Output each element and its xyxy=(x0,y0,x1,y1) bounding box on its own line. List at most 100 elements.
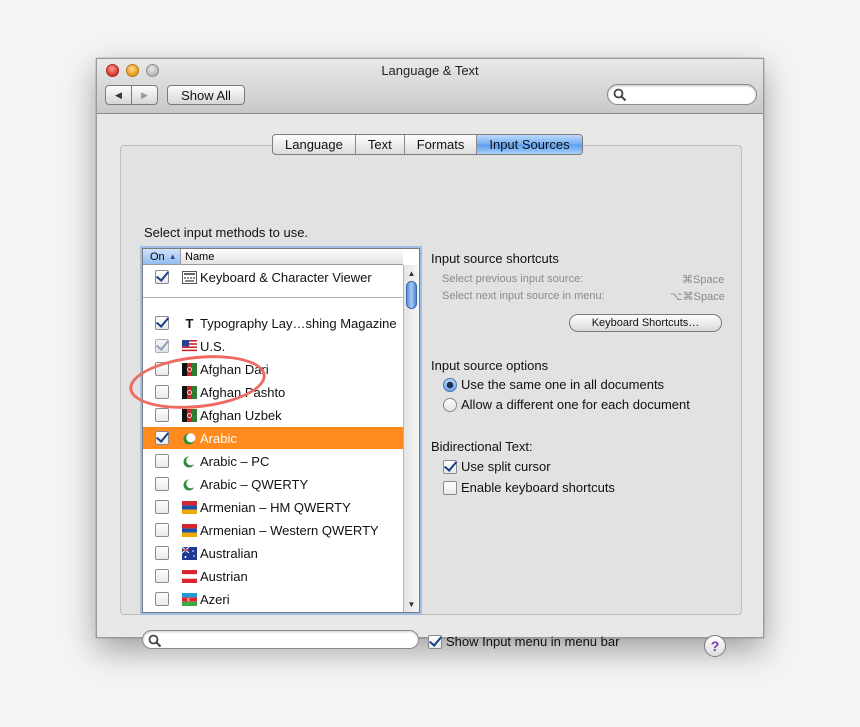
use-split-cursor-checkbox[interactable] xyxy=(443,460,457,474)
different-each-document-label[interactable]: Allow a different one for each document xyxy=(461,397,690,412)
prev-source-keys: ⌘Space xyxy=(682,274,725,286)
list-item[interactable]: Azeri xyxy=(143,588,403,610)
enable-input-source-checkbox[interactable] xyxy=(155,569,169,583)
australian-flag-icon xyxy=(182,546,197,560)
back-forward-group: ◀ ▶ xyxy=(105,85,158,105)
input-source-name: Arabic – PC xyxy=(200,453,270,469)
austrian-flag-icon xyxy=(182,569,197,583)
enable-input-source-checkbox[interactable] xyxy=(155,316,169,330)
tab-input-sources[interactable]: Input Sources xyxy=(476,135,582,154)
next-source-keys: ⌥⌘Space xyxy=(670,291,725,303)
arabic-crescent-icon xyxy=(182,455,197,468)
column-on-label: On xyxy=(150,250,165,263)
window-title: Language & Text xyxy=(381,63,479,78)
use-split-cursor-label[interactable]: Use split cursor xyxy=(461,459,551,474)
title-bar: Language & Text ◀ ▶ Show All xyxy=(97,59,763,114)
arabic-crescent-icon xyxy=(182,432,197,445)
input-source-search-field[interactable] xyxy=(142,630,419,649)
search-icon xyxy=(148,634,162,648)
input-source-name: Austrian xyxy=(200,568,248,584)
afghan-flag-icon xyxy=(182,362,197,376)
scrollbar-thumb[interactable] xyxy=(406,281,417,309)
input-source-name: Armenian – HM QWERTY xyxy=(200,499,351,515)
armenian-flag-icon xyxy=(182,500,197,514)
enable-input-source-checkbox[interactable] xyxy=(155,477,169,491)
enable-input-source-checkbox[interactable] xyxy=(155,454,169,468)
search-icon xyxy=(613,88,627,102)
list-item[interactable]: Arabic – QWERTY xyxy=(143,473,403,495)
list-item[interactable]: T Typography Lay…shing Magazine xyxy=(143,312,403,334)
list-item[interactable]: U.S. xyxy=(143,335,403,357)
input-source-name: Arabic xyxy=(200,430,237,446)
list-item[interactable]: Keyboard & Character Viewer xyxy=(143,266,403,288)
back-button[interactable]: ◀ xyxy=(106,86,131,104)
tab-text[interactable]: Text xyxy=(354,135,404,154)
list-item[interactable]: Armenian – Western QWERTY xyxy=(143,519,403,541)
preferences-search-field[interactable] xyxy=(607,84,757,105)
armenian-flag-icon xyxy=(182,523,197,537)
list-item[interactable]: Australian xyxy=(143,542,403,564)
pane-content: Language Text Formats Input Sources Sele… xyxy=(97,115,763,657)
enable-keyboard-shortcuts-label[interactable]: Enable keyboard shortcuts xyxy=(461,480,615,495)
list-item[interactable]: Afghan Uzbek xyxy=(143,404,403,426)
enable-input-source-checkbox[interactable] xyxy=(155,500,169,514)
list-item[interactable]: Armenian – HM QWERTY xyxy=(143,496,403,518)
select-input-methods-label: Select input methods to use. xyxy=(144,225,309,240)
shortcuts-heading: Input source shortcuts xyxy=(431,251,559,266)
enable-keyboard-shortcuts-checkbox[interactable] xyxy=(443,481,457,495)
list-header: On ▲ Name xyxy=(143,249,403,265)
afghan-flag-icon xyxy=(182,385,197,399)
tab-formats[interactable]: Formats xyxy=(403,135,477,154)
column-on-header[interactable]: On ▲ xyxy=(143,249,181,264)
list-item[interactable]: Afghan Pashto xyxy=(143,381,403,403)
input-source-name: Keyboard & Character Viewer xyxy=(200,269,372,285)
bidirectional-text-heading: Bidirectional Text: xyxy=(431,439,533,454)
input-source-name: Azeri xyxy=(200,591,230,607)
enable-input-source-checkbox[interactable] xyxy=(155,362,169,376)
preferences-window: Language & Text ◀ ▶ Show All Language Te… xyxy=(96,58,764,657)
different-each-document-radio[interactable] xyxy=(443,398,457,412)
enable-input-source-checkbox[interactable] xyxy=(155,385,169,399)
afghan-flag-icon xyxy=(182,408,197,422)
enable-input-source-checkbox[interactable] xyxy=(155,431,169,445)
scroll-up-arrow-icon[interactable]: ▲ xyxy=(404,267,419,281)
enable-input-source-checkbox[interactable] xyxy=(155,523,169,537)
input-source-name: Typography Lay…shing Magazine xyxy=(200,315,397,331)
keyboard-viewer-icon xyxy=(182,270,197,284)
forward-button[interactable]: ▶ xyxy=(131,86,157,104)
input-source-name: U.S. xyxy=(200,338,226,354)
input-source-name: Armenian – Western QWERTY xyxy=(200,522,379,538)
prev-source-label: Select previous input source: xyxy=(442,273,584,285)
input-source-name: Afghan Uzbek xyxy=(200,407,282,423)
enable-input-source-checkbox[interactable] xyxy=(155,546,169,560)
arabic-crescent-icon xyxy=(182,478,197,491)
show-input-menu-label[interactable]: Show Input menu in menu bar xyxy=(446,634,619,649)
enable-input-source-checkbox[interactable] xyxy=(155,270,169,284)
input-sources-list[interactable]: On ▲ Name Keyboard & Character Viewer T Ty… xyxy=(142,248,420,613)
sort-ascending-icon: ▲ xyxy=(168,252,177,261)
list-item[interactable]: Afghan Dari xyxy=(143,358,403,380)
list-item[interactable]: Austrian xyxy=(143,565,403,587)
column-name-header[interactable]: Name xyxy=(181,249,214,264)
list-item[interactable]: Arabic – PC xyxy=(143,450,403,472)
same-all-documents-label[interactable]: Use the same one in all documents xyxy=(461,377,664,392)
next-source-label: Select next input source in menu: xyxy=(442,290,605,302)
scroll-down-arrow-icon[interactable]: ▼ xyxy=(404,598,419,612)
input-source-name: Afghan Pashto xyxy=(200,384,286,400)
show-input-menu-checkbox[interactable] xyxy=(428,635,442,649)
show-all-button[interactable]: Show All xyxy=(167,85,245,105)
list-separator xyxy=(143,297,403,298)
input-source-name: Afghan Dari xyxy=(200,361,269,377)
list-scrollbar[interactable]: ▲ ▼ xyxy=(403,265,419,612)
azeri-flag-icon xyxy=(182,592,197,606)
help-button[interactable]: ? xyxy=(704,635,726,657)
tab-language[interactable]: Language xyxy=(273,135,355,154)
list-item[interactable]: Arabic xyxy=(143,427,403,449)
typography-icon: T xyxy=(185,315,194,331)
input-source-name: Arabic – QWERTY xyxy=(200,476,309,492)
same-all-documents-radio[interactable] xyxy=(443,378,457,392)
keyboard-shortcuts-button[interactable]: Keyboard Shortcuts… xyxy=(569,314,722,332)
enable-input-source-checkbox[interactable] xyxy=(155,408,169,422)
enable-input-source-checkbox[interactable] xyxy=(155,339,169,353)
enable-input-source-checkbox[interactable] xyxy=(155,592,169,606)
